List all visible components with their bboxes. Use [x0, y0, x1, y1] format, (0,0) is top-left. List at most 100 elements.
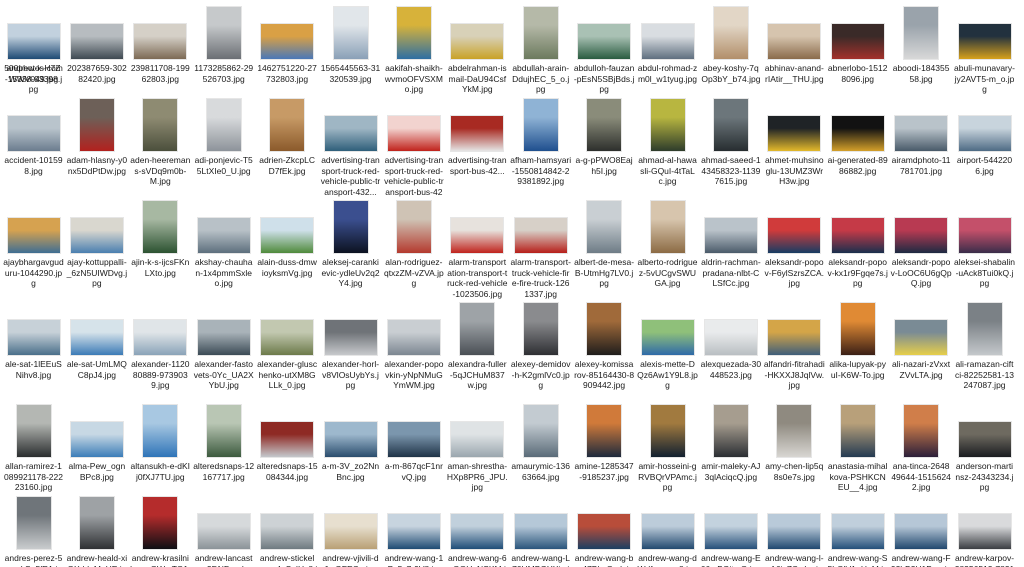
file-item[interactable]: ai-generated-8986882.jpg	[826, 92, 889, 176]
file-item[interactable]: andrew-lancaster-3DNDmqhcw.jpg	[192, 490, 255, 567]
file-item[interactable]: ale-sat-1lEEuSNihv8.jpg	[2, 296, 65, 380]
file-item[interactable]: andrew-krasilnikov-vQW...TO1.jpg	[129, 490, 192, 567]
image-thumbnail[interactable]	[712, 98, 749, 152]
image-thumbnail[interactable]	[640, 513, 695, 550]
image-thumbnail[interactable]	[830, 23, 885, 60]
file-item[interactable]: adam-hlasny-y0nx5DdPtDw.jpg	[65, 92, 128, 176]
image-thumbnail[interactable]	[957, 217, 1012, 254]
image-thumbnail[interactable]	[386, 421, 441, 458]
image-thumbnail[interactable]	[69, 217, 124, 254]
file-item[interactable]: accident-101598.jpg	[2, 92, 65, 176]
file-item[interactable]: amir-maleky-AJ3qlAciqcQ.jpg	[699, 398, 762, 482]
image-thumbnail[interactable]	[196, 513, 251, 550]
image-thumbnail[interactable]	[395, 200, 432, 254]
file-item[interactable]: andres-perez-5mcakSp5fPA.jpg	[2, 490, 65, 567]
file-item[interactable]: 1173285862-29526703.jpg	[192, 0, 255, 84]
file-item[interactable]: alarm-transport-truck-vehicle-fire-fire-…	[509, 194, 572, 299]
image-thumbnail[interactable]	[703, 319, 758, 356]
file-item[interactable]: aleksei-shabalin-uAck8Tui0kQ.jpg	[953, 194, 1016, 289]
image-thumbnail[interactable]	[640, 23, 695, 60]
image-thumbnail[interactable]	[894, 513, 949, 550]
file-item[interactable]: albert-de-mesa-B-UtmHg7LV0.jpg	[573, 194, 636, 289]
file-item[interactable]: abdelrahman-ismail-DaU94CsfYkM.jpg	[446, 0, 509, 95]
file-item[interactable]: alarm-transportation-transport-truck-red…	[446, 194, 509, 299]
image-thumbnail[interactable]	[386, 319, 441, 356]
file-item[interactable]: ahmad-saeed-143458323-11397615.jpg	[699, 92, 762, 187]
file-item[interactable]: andrew-wang-l-xA6ixZCwLg.jpg	[763, 490, 826, 567]
file-item[interactable]: andrew-wang-6vOQUoNSKM.jpg	[446, 490, 509, 567]
file-item[interactable]: amy-chen-lip5q8s0e7s.jpg	[763, 398, 826, 482]
file-item[interactable]: alfandri-fitrahadi-HKXXJ8JqlVw.jpg	[763, 296, 826, 391]
file-item[interactable]: abuli-munavary-jy2AVT5-m_o.jpg	[953, 0, 1016, 95]
image-thumbnail[interactable]	[522, 302, 559, 356]
image-thumbnail[interactable]	[6, 115, 61, 152]
file-item[interactable]: amaurymic-13663664.jpg	[509, 398, 572, 482]
image-thumbnail[interactable]	[323, 421, 378, 458]
file-item[interactable]: ali-nazari-zVxxtZVvLTA.jpg	[890, 296, 953, 380]
file-item[interactable]: abdul-rohmad-zm0l_w1tyug.jpg	[636, 0, 699, 84]
image-thumbnail[interactable]	[142, 404, 179, 458]
file-item[interactable]: alexander-horl-v8VlOsUybYs.jpg	[319, 296, 382, 391]
file-item[interactable]: a-g-pPWO8Eajh5I.jpg	[573, 92, 636, 176]
file-item[interactable]: alexandra-fuller-5qJCHuM837w.jpg	[446, 296, 509, 391]
image-thumbnail[interactable]	[133, 319, 188, 356]
image-thumbnail[interactable]	[69, 23, 124, 60]
image-thumbnail[interactable]	[205, 6, 242, 60]
file-item[interactable]: abdullah-arain-DdujhEC_5_o.jpg	[509, 0, 572, 95]
image-thumbnail[interactable]	[577, 513, 632, 550]
image-thumbnail[interactable]	[260, 513, 315, 550]
image-thumbnail[interactable]	[649, 200, 686, 254]
image-thumbnail[interactable]	[767, 513, 822, 550]
image-thumbnail[interactable]	[830, 217, 885, 254]
file-item[interactable]: aleksandr-popov-LoOC6U6gQpQ.jpg	[890, 194, 953, 289]
file-item[interactable]: alexander-112080889-9739039.jpg	[129, 296, 192, 391]
image-thumbnail[interactable]	[260, 217, 315, 254]
file-item[interactable]: airport-5442206.jpg	[953, 92, 1016, 176]
image-thumbnail[interactable]	[957, 23, 1012, 60]
image-thumbnail[interactable]	[15, 404, 52, 458]
image-thumbnail[interactable]	[649, 98, 686, 152]
file-item[interactable]: alexander-popovkin-yNpNMuGYmWM.jpg	[382, 296, 445, 391]
file-item[interactable]: abey-koshy-7qOp3bY_b74.jpg	[699, 0, 762, 84]
image-thumbnail[interactable]	[903, 6, 940, 60]
image-thumbnail[interactable]	[767, 115, 822, 152]
file-item[interactable]: andrew-heald-xiQXddaM_HE.jpg	[65, 490, 128, 567]
image-thumbnail[interactable]	[450, 217, 505, 254]
file-item[interactable]: ajay-kottuppalli-_6zN5UIWDvg.jpg	[65, 194, 128, 289]
file-item[interactable]: advertising-transport-truck-red-vehicle-…	[382, 92, 445, 197]
image-thumbnail[interactable]	[894, 319, 949, 356]
image-thumbnail[interactable]	[196, 319, 251, 356]
image-thumbnail[interactable]	[69, 319, 124, 356]
file-item[interactable]: aboodi-18435558.jpg	[890, 0, 953, 84]
file-item[interactable]: afham-hamsyari-1550814842-29381892.jpg	[509, 92, 572, 187]
image-thumbnail[interactable]	[323, 115, 378, 152]
file-item[interactable]: aleksej-carankievic-ydleUv2q2Y4.jpg	[319, 194, 382, 289]
image-thumbnail[interactable]	[839, 302, 876, 356]
file-item[interactable]: 239811708-19962803.jpg	[129, 0, 192, 84]
image-thumbnail[interactable]	[767, 217, 822, 254]
file-item[interactable]: aleksandr-popov-F6ylSzrsZCA.jpg	[763, 194, 826, 289]
image-thumbnail[interactable]	[586, 98, 623, 152]
file-item[interactable]: advertising-transport-bus-42...	[446, 92, 509, 176]
image-thumbnail[interactable]	[260, 23, 315, 60]
image-thumbnail[interactable]	[649, 404, 686, 458]
image-thumbnail[interactable]	[586, 302, 623, 356]
file-item[interactable]: andrew-vjivili-dJ...GFEC...jpg	[319, 490, 382, 567]
file-item[interactable]: amir-hosseini-gRVBQrVPAmc.jpg	[636, 398, 699, 493]
image-thumbnail[interactable]	[712, 6, 749, 60]
image-thumbnail[interactable]	[767, 23, 822, 60]
image-thumbnail[interactable]	[450, 23, 505, 60]
file-item[interactable]: ana-tinca-264849644-15156242.jpg	[890, 398, 953, 493]
file-item[interactable]: abdulloh-fauzan-pEsN5SBjBds.jpg	[573, 0, 636, 95]
image-thumbnail[interactable]	[260, 421, 315, 458]
file-item[interactable]: 1462751220-27732803.jpg	[256, 0, 319, 84]
image-thumbnail[interactable]	[513, 217, 568, 254]
image-thumbnail[interactable]	[205, 98, 242, 152]
file-item[interactable]: ajin-k-s-ijcsFKnLXto.jpg	[129, 194, 192, 278]
image-thumbnail[interactable]	[323, 319, 378, 356]
file-item[interactable]: alain-duss-dmwioyksmVg.jpg	[256, 194, 319, 278]
image-thumbnail[interactable]	[6, 217, 61, 254]
file-item[interactable]: alexander-fastovets-0Yc_UA2XYbU.jpg	[192, 296, 255, 391]
image-thumbnail[interactable]	[513, 513, 568, 550]
file-item[interactable]: ali-ramazan-ciftci-82252581-13247087.jpg	[953, 296, 1016, 391]
